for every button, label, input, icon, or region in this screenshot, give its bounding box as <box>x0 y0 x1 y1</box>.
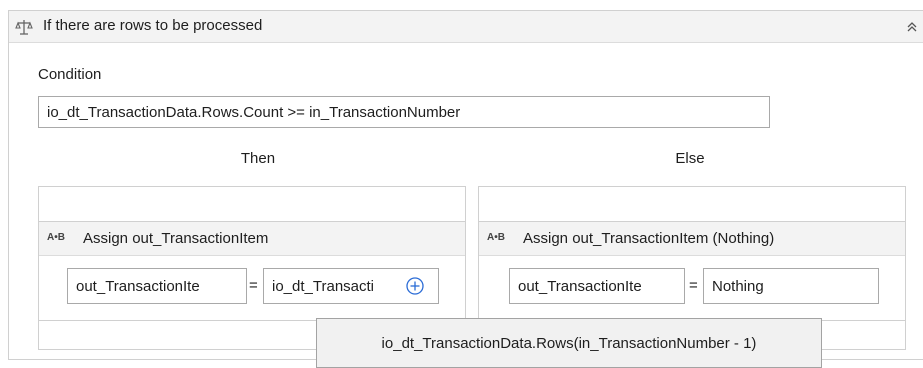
condition-label: Condition <box>38 66 102 83</box>
else-assign-value: Nothing <box>712 277 764 295</box>
if-activity-title: If there are rows to be processed <box>43 17 263 34</box>
else-assign-to-input[interactable]: out_TransactionIte <box>509 268 685 304</box>
assign-icon: A•B <box>487 232 505 243</box>
then-assign-to-input[interactable]: out_TransactionIte <box>67 268 247 304</box>
then-assign-activity[interactable]: A•B Assign out_TransactionItem out_Trans… <box>38 221 466 321</box>
then-assign-equals: = <box>249 277 258 294</box>
else-assign-equals: = <box>689 277 698 294</box>
else-assign-to-value: out_TransactionIte <box>518 277 642 295</box>
else-assign-activity[interactable]: A•B Assign out_TransactionItem (Nothing)… <box>478 221 906 321</box>
else-assign-title: Assign out_TransactionItem (Nothing) <box>523 230 775 247</box>
else-assign-header[interactable]: A•B Assign out_TransactionItem (Nothing) <box>479 222 905 256</box>
condition-input-value: io_dt_TransactionData.Rows.Count >= in_T… <box>47 103 461 121</box>
then-assign-title: Assign out_TransactionItem <box>83 230 269 247</box>
plus-circle-icon[interactable] <box>405 276 425 296</box>
condition-input[interactable]: io_dt_TransactionData.Rows.Count >= in_T… <box>38 96 770 128</box>
else-assign-value-input[interactable]: Nothing <box>703 268 879 304</box>
then-assign-header[interactable]: A•B Assign out_TransactionItem <box>39 222 465 256</box>
else-label: Else <box>675 150 705 167</box>
then-assign-value: io_dt_Transacti <box>272 277 374 295</box>
expression-tooltip-text: io_dt_TransactionData.Rows(in_Transactio… <box>381 334 757 352</box>
if-decision-icon <box>15 18 33 36</box>
if-activity-header[interactable]: If there are rows to be processed <box>9 11 923 43</box>
expression-tooltip: io_dt_TransactionData.Rows(in_Transactio… <box>316 318 822 368</box>
assign-icon: A•B <box>47 232 65 243</box>
then-label: Then <box>240 150 276 167</box>
collapse-chevron-icon[interactable] <box>905 20 919 34</box>
then-assign-to-value: out_TransactionIte <box>76 277 200 295</box>
